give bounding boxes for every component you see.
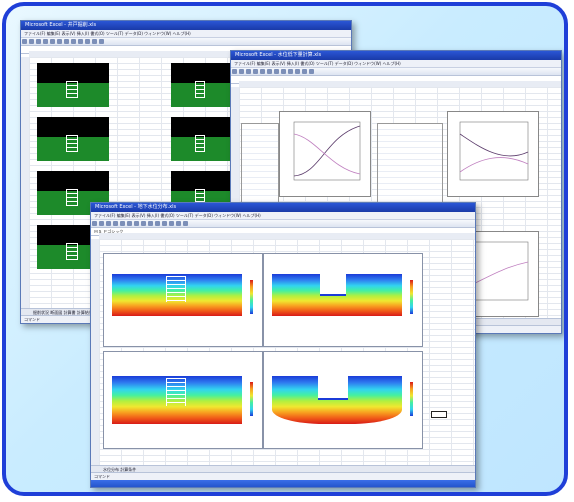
toolbar-button-icon[interactable] — [57, 39, 62, 44]
contour-panel[interactable] — [263, 253, 423, 347]
toolbar-button-icon[interactable] — [274, 69, 279, 74]
menu-bar[interactable]: ファイル(F) 編集(E) 表示(V) 挿入(I) 書式(O) ツール(T) デ… — [91, 212, 475, 220]
toolbar-button-icon[interactable] — [246, 69, 251, 74]
toolbar-button-icon[interactable] — [64, 39, 69, 44]
drawdown-chart[interactable] — [447, 111, 539, 197]
window-title: Microsoft Excel - 井戸掘削.xls — [21, 21, 351, 30]
toolbar-button-icon[interactable] — [302, 69, 307, 74]
status-bar: コマンド — [91, 472, 475, 480]
toolbar-button-icon[interactable] — [155, 221, 160, 226]
toolbar-button-icon[interactable] — [232, 69, 237, 74]
taskbar[interactable] — [91, 480, 475, 487]
toolbar-button-icon[interactable] — [127, 221, 132, 226]
toolbar-button-icon[interactable] — [281, 69, 286, 74]
toolbar-button-icon[interactable] — [267, 69, 272, 74]
standard-toolbar[interactable] — [231, 68, 561, 76]
toolbar-button-icon[interactable] — [29, 39, 34, 44]
drawdown-curves — [293, 121, 361, 181]
toolbar-button-icon[interactable] — [22, 39, 27, 44]
color-scale — [250, 382, 253, 416]
toolbar-button-icon[interactable] — [183, 221, 188, 226]
toolbar-button-icon[interactable] — [50, 39, 55, 44]
toolbar-button-icon[interactable] — [92, 39, 97, 44]
toolbar-button-icon[interactable] — [113, 221, 118, 226]
color-scale — [410, 280, 413, 314]
data-table — [241, 123, 279, 205]
toolbar-button-icon[interactable] — [176, 221, 181, 226]
simulation-panel — [171, 63, 231, 107]
toolbar-button-icon[interactable] — [85, 39, 90, 44]
toolbar-button-icon[interactable] — [309, 69, 314, 74]
well-shaft — [166, 378, 186, 406]
toolbar-button-icon[interactable] — [71, 39, 76, 44]
color-scale — [410, 382, 413, 416]
drawdown-curves — [459, 121, 529, 181]
toolbar-button-icon[interactable] — [134, 221, 139, 226]
window-title: Microsoft Excel - 地下水位分布.xls — [91, 203, 475, 212]
toolbar-button-icon[interactable] — [295, 69, 300, 74]
toolbar-button-icon[interactable] — [260, 69, 265, 74]
window-title: Microsoft Excel - 水位低下量計算.xls — [231, 51, 561, 60]
toolbar-button-icon[interactable] — [43, 39, 48, 44]
contour-panel[interactable] — [103, 253, 263, 347]
toolbar-button-icon[interactable] — [106, 221, 111, 226]
toolbar-button-icon[interactable] — [120, 221, 125, 226]
contour-panel[interactable] — [263, 351, 423, 449]
excavation-pit — [318, 376, 348, 400]
toolbar-button-icon[interactable] — [239, 69, 244, 74]
selected-cell[interactable] — [431, 411, 447, 418]
simulation-panel — [171, 117, 231, 161]
toolbar-button-icon[interactable] — [92, 221, 97, 226]
toolbar-button-icon[interactable] — [78, 39, 83, 44]
standard-toolbar[interactable] — [91, 220, 475, 228]
toolbar-button-icon[interactable] — [36, 39, 41, 44]
toolbar-button-icon[interactable] — [99, 39, 104, 44]
showcase-frame: Microsoft Excel - 井戸掘削.xls ファイル(F) 編集(E)… — [2, 2, 568, 496]
toolbar-button-icon[interactable] — [99, 221, 104, 226]
simulation-panel — [37, 63, 109, 107]
toolbar-button-icon[interactable] — [148, 221, 153, 226]
toolbar-button-icon[interactable] — [253, 69, 258, 74]
well-shaft — [166, 276, 186, 302]
toolbar-button-icon[interactable] — [288, 69, 293, 74]
menu-bar[interactable]: ファイル(F) 編集(E) 表示(V) 挿入(I) 書式(O) ツール(T) デ… — [231, 60, 561, 68]
menu-bar[interactable]: ファイル(F) 編集(E) 表示(V) 挿入(I) 書式(O) ツール(T) デ… — [21, 30, 351, 38]
data-table — [377, 123, 443, 205]
drawdown-chart[interactable] — [279, 111, 371, 197]
toolbar-button-icon[interactable] — [141, 221, 146, 226]
color-scale — [250, 280, 253, 314]
toolbar-button-icon[interactable] — [169, 221, 174, 226]
toolbar-button-icon[interactable] — [162, 221, 167, 226]
simulation-panel — [37, 117, 109, 161]
contour-panel[interactable] — [103, 351, 263, 449]
excavation-pit — [320, 274, 346, 296]
excel-window-front[interactable]: Microsoft Excel - 地下水位分布.xls ファイル(F) 編集(… — [90, 202, 476, 488]
standard-toolbar[interactable] — [21, 38, 351, 46]
